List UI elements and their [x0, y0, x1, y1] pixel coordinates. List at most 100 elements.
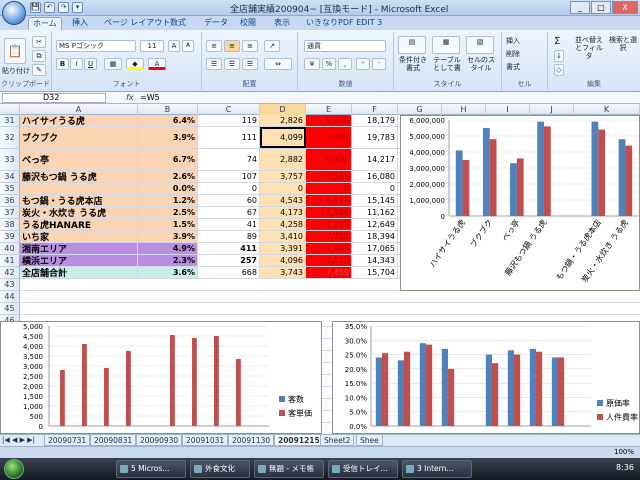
- worksheet-grid[interactable]: 31 ハイサイうる虎 6.4% 119 2,826 8,850 18,179 32 ブクブク 3.…: [0, 115, 640, 434]
- cell-e39[interactable]: 7,762: [306, 231, 352, 242]
- cell-d40[interactable]: 3,391: [260, 243, 306, 254]
- cell-e40[interactable]: 7,403: [306, 243, 352, 254]
- cell-b32[interactable]: 3.9%: [138, 127, 198, 148]
- cell-c41[interactable]: 257: [198, 255, 260, 266]
- cell-a33[interactable]: べっ亭: [20, 149, 138, 170]
- name-box[interactable]: D32: [2, 93, 106, 103]
- sheet-tab[interactable]: 20090930: [136, 435, 183, 446]
- cell-b40[interactable]: 4.9%: [138, 243, 198, 254]
- cell-b31[interactable]: 6.4%: [138, 115, 198, 126]
- cell-c31[interactable]: 119: [198, 115, 260, 126]
- row-header[interactable]: 31: [0, 115, 20, 127]
- column-header-d[interactable]: D: [260, 104, 306, 115]
- cell-f39[interactable]: 18,394: [352, 231, 398, 242]
- align-center-icon[interactable]: ☰: [224, 58, 240, 70]
- maximize-button[interactable]: □: [591, 1, 611, 14]
- undo-icon[interactable]: ↶: [44, 2, 55, 13]
- cell-c42[interactable]: 668: [198, 267, 260, 278]
- font-name-select[interactable]: MS Pゴシック: [56, 40, 136, 52]
- taskbar-item[interactable]: 外食文化: [190, 460, 250, 478]
- currency-icon[interactable]: ¥: [304, 58, 320, 70]
- save-icon[interactable]: 💾: [30, 2, 41, 13]
- cell-f34[interactable]: 16,080: [352, 171, 398, 182]
- cell-f40[interactable]: 17,065: [352, 243, 398, 254]
- sheet-tab[interactable]: 20091031: [182, 435, 229, 446]
- format-as-table-icon[interactable]: ▦: [432, 36, 460, 54]
- cell-e33[interactable]: 5,331: [306, 149, 352, 170]
- delete-cells-button[interactable]: 削除: [506, 49, 520, 59]
- cell-d42[interactable]: 3,743: [260, 267, 306, 278]
- close-button[interactable]: X: [612, 1, 638, 14]
- row-header[interactable]: 33: [0, 149, 20, 171]
- cell-b37[interactable]: 2.5%: [138, 207, 198, 218]
- fill-icon[interactable]: ↓: [554, 50, 564, 62]
- sheet-tab[interactable]: 20091130: [228, 435, 275, 446]
- merge-center-icon[interactable]: ⇔: [264, 58, 292, 70]
- align-top-icon[interactable]: ≡: [206, 40, 222, 52]
- cell-a37[interactable]: 炭火・水炊き うる虎: [20, 207, 138, 218]
- sheet-tab[interactable]: Sheet2: [320, 435, 355, 446]
- format-cells-button[interactable]: 書式: [506, 62, 520, 72]
- cell-c37[interactable]: 67: [198, 207, 260, 218]
- customize-qat-icon[interactable]: ▾: [72, 2, 83, 13]
- cell-e37[interactable]: 5,989: [306, 207, 352, 218]
- taskbar-item[interactable]: 無題 - メモ帳: [254, 460, 324, 478]
- row-header[interactable]: 32: [0, 127, 20, 149]
- cell-a36[interactable]: もつ鍋・うる虎本店: [20, 195, 138, 206]
- cell-c40[interactable]: 411: [198, 243, 260, 254]
- clear-icon[interactable]: ◇: [554, 64, 564, 76]
- cell-b35[interactable]: 0.0%: [138, 183, 198, 194]
- row-header[interactable]: 44: [0, 291, 20, 303]
- row-header[interactable]: 40: [0, 243, 20, 255]
- cell-d39[interactable]: 3,410: [260, 231, 306, 242]
- taskbar-item[interactable]: 3 Intern...: [402, 460, 472, 478]
- column-header-f[interactable]: F: [352, 104, 398, 115]
- cell-a42[interactable]: 全店舗合計: [20, 267, 138, 278]
- italic-button[interactable]: I: [70, 58, 83, 70]
- cell-c35[interactable]: 0: [198, 183, 260, 194]
- cell-e36[interactable]: 8,018: [306, 195, 352, 206]
- cell-f41[interactable]: 14,343: [352, 255, 398, 266]
- align-right-icon[interactable]: ☰: [242, 58, 258, 70]
- cell-f42[interactable]: 15,704: [352, 267, 398, 278]
- number-format-select[interactable]: 通貨: [304, 40, 386, 52]
- tab-data[interactable]: データ: [200, 17, 232, 30]
- cell-a32[interactable]: ブクブク: [20, 127, 138, 148]
- row-header[interactable]: 38: [0, 219, 20, 231]
- cell-f36[interactable]: 15,145: [352, 195, 398, 206]
- cell-b33[interactable]: 6.7%: [138, 149, 198, 170]
- row-header[interactable]: 35: [0, 183, 20, 195]
- cell-d38[interactable]: 4,258: [260, 219, 306, 230]
- insert-cells-button[interactable]: 挿入: [506, 36, 520, 46]
- align-middle-icon[interactable]: ≡: [224, 40, 240, 52]
- cell-c34[interactable]: 107: [198, 171, 260, 182]
- cell-e34[interactable]: 7,585: [306, 171, 352, 182]
- grow-font-button[interactable]: A: [168, 40, 180, 52]
- cell-d34[interactable]: 3,757: [260, 171, 306, 182]
- cell-f33[interactable]: 14,217: [352, 149, 398, 170]
- taskbar-item[interactable]: 受信トレイ...: [328, 460, 398, 478]
- column-header-b[interactable]: B: [138, 104, 198, 115]
- cell-d32[interactable]: 4,099: [260, 127, 306, 148]
- cell-d41[interactable]: 4,096: [260, 255, 306, 266]
- cell-e32[interactable]: 7,845: [306, 127, 352, 148]
- sales-chart[interactable]: 6,000,000 5,000,000 4,000,000 3,000,000 2,00…: [400, 115, 640, 291]
- redo-icon[interactable]: ↷: [58, 2, 69, 13]
- tab-home[interactable]: ホーム: [28, 17, 62, 30]
- row-header[interactable]: 37: [0, 207, 20, 219]
- sheet-tab[interactable]: 20090831: [90, 435, 137, 446]
- cell-f35[interactable]: 0: [352, 183, 398, 194]
- cell-e42[interactable]: 7,459: [306, 267, 352, 278]
- start-button[interactable]: [4, 459, 24, 479]
- column-header-k[interactable]: K: [574, 104, 640, 115]
- tab-formulas[interactable]: 数式: [166, 17, 190, 30]
- tab-pdf-edit[interactable]: いきなりPDF EDIT 3: [302, 17, 386, 30]
- find-select-button[interactable]: 検索と選択: [608, 36, 638, 52]
- cell-a35[interactable]: [20, 183, 138, 194]
- paste-icon[interactable]: 📋: [4, 38, 26, 64]
- cell-e31[interactable]: 8,850: [306, 115, 352, 126]
- cell-b34[interactable]: 2.6%: [138, 171, 198, 182]
- row-header[interactable]: 45: [0, 303, 20, 315]
- font-size-select[interactable]: 11: [140, 40, 164, 52]
- cell-a40[interactable]: 湘南エリア: [20, 243, 138, 254]
